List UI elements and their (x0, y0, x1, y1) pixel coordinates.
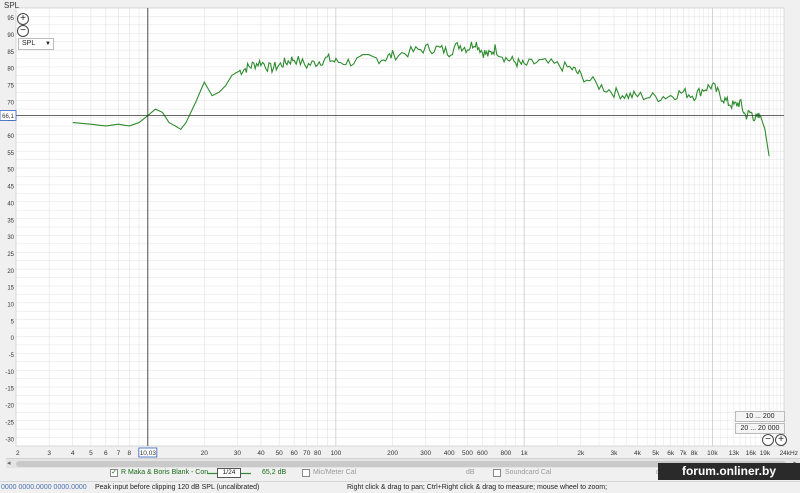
spl-type-select[interactable]: SPL ▼ (18, 38, 54, 50)
y-tick-label: 45 (7, 185, 14, 191)
x-tick-label: 70 (303, 450, 311, 457)
y-tick-label: 60 (7, 134, 14, 140)
cursor-y-readout: 66,1 (2, 114, 14, 120)
zoom-in-horizontal-button[interactable]: + (775, 434, 787, 446)
x-tick-label: 100 (330, 450, 341, 457)
x-tick-label: 4 (71, 450, 75, 457)
x-tick-label: 40 (257, 450, 265, 457)
x-tick-label: 5k (652, 450, 660, 457)
y-tick-label: 5 (11, 319, 15, 325)
x-tick-label: 13k (729, 450, 740, 457)
y-axis-ticks: 95908580757065605550454035302520151050-5… (5, 16, 14, 443)
y-tick-label: -25 (5, 420, 14, 426)
y-tick-label: 90 (7, 33, 14, 39)
y-tick-label: 50 (7, 168, 14, 174)
peak-input-status: Peak input before clipping 120 dB SPL (u… (95, 484, 260, 491)
x-tick-label: 200 (387, 450, 398, 457)
y-tick-label: 15 (7, 286, 14, 292)
x-tick-label: 500 (462, 450, 473, 457)
cursor-coordinates: 0000 0000.0000 0000.0000 (1, 484, 87, 491)
smoothing-box[interactable]: 1/24 (217, 468, 241, 478)
x-tick-label: 1k (521, 450, 529, 457)
y-tick-label: 70 (7, 100, 14, 106)
spl-graph[interactable]: 95908580757065605550454035302520151050-5… (0, 0, 800, 458)
y-tick-label: 30 (7, 235, 14, 241)
x-tick-label: 19k (760, 450, 771, 457)
chevron-down-icon: ▼ (45, 41, 51, 47)
y-axis-unit-label: SPL (4, 1, 20, 10)
y-tick-label: 85 (7, 50, 14, 56)
status-bar: 0000 0000.0000 0000.0000 Peak input befo… (0, 481, 800, 493)
y-tick-label: 75 (7, 83, 14, 89)
scroll-left-icon[interactable]: ◂ (7, 459, 11, 467)
x-tick-label: 2k (577, 450, 585, 457)
y-tick-label: 10 (7, 302, 14, 308)
zoom-out-vertical-button[interactable]: − (17, 25, 29, 37)
y-tick-label: -30 (5, 437, 14, 443)
y-tick-label: 0 (11, 336, 15, 342)
y-tick-label: -15 (5, 387, 14, 393)
y-tick-label: -5 (9, 353, 15, 359)
soundcard-cal-checkbox[interactable] (493, 469, 501, 477)
y-tick-label: 20 (7, 269, 14, 275)
zoom-in-vertical-button[interactable]: + (17, 13, 29, 25)
x-tick-label: 80 (314, 450, 322, 457)
x-tick-label: 60 (290, 450, 298, 457)
x-tick-label: 8k (691, 450, 699, 457)
x-tick-label: 7k (680, 450, 688, 457)
rew-spl-window: 95908580757065605550454035302520151050-5… (0, 0, 800, 493)
measurement-name[interactable]: R Maka & Boris Blank - Con (121, 469, 208, 476)
cursor-x-readout: 10,03 (140, 450, 157, 457)
range-10-200-button[interactable]: 10 ... 200 (735, 411, 785, 422)
y-tick-label: 35 (7, 218, 14, 224)
x-tick-label: 300 (420, 450, 431, 457)
x-tick-label: 2 (16, 450, 20, 457)
measurement-visible-checkbox[interactable]: ✓ (110, 469, 118, 477)
soundcard-cal-label: Soundcard Cal (505, 469, 552, 476)
x-tick-label: 600 (477, 450, 488, 457)
y-tick-label: 55 (7, 151, 14, 157)
x-tick-label: 3 (47, 450, 51, 457)
x-tick-label: 20 (201, 450, 209, 457)
x-tick-label: 24kHz (780, 450, 798, 457)
spl-select-value: SPL (22, 40, 36, 47)
x-tick-label: 400 (444, 450, 455, 457)
x-tick-label: 10k (707, 450, 718, 457)
x-tick-label: 7 (117, 450, 121, 457)
x-tick-label: 4k (634, 450, 642, 457)
y-tick-label: 95 (7, 16, 14, 22)
x-tick-label: 6 (104, 450, 108, 457)
mic-cal-db-label: dB (466, 469, 475, 476)
x-tick-label: 3k (611, 450, 619, 457)
mouse-hint: Right click & drag to pan; Ctrl+Right cl… (347, 484, 608, 491)
y-tick-label: 80 (7, 67, 14, 73)
y-tick-label: -20 (5, 404, 14, 410)
range-20-20000-button[interactable]: 20 ... 20 000 (735, 423, 785, 434)
x-tick-label: 16k (746, 450, 757, 457)
y-tick-label: 40 (7, 201, 14, 207)
measurement-level: 65,2 dB (262, 469, 287, 476)
zoom-out-horizontal-button[interactable]: − (762, 434, 774, 446)
x-tick-label: 8 (128, 450, 132, 457)
x-tick-label: 5 (89, 450, 93, 457)
y-tick-label: 25 (7, 252, 14, 258)
mic-meter-cal-label: Mic/Meter Cal (313, 469, 357, 476)
y-tick-label: -10 (5, 370, 14, 376)
x-tick-label: 6k (667, 450, 675, 457)
x-axis-ticks: 2 3 4 5 6 7 8 20 30 40 50 60 70 80 100 200 300 400 500 600 8… (16, 450, 798, 457)
x-tick-label: 800 (500, 450, 511, 457)
forum-watermark: forum.onliner.by (658, 463, 800, 480)
x-tick-label: 30 (234, 450, 242, 457)
mic-meter-cal-checkbox[interactable] (302, 469, 310, 477)
x-tick-label: 50 (276, 450, 284, 457)
